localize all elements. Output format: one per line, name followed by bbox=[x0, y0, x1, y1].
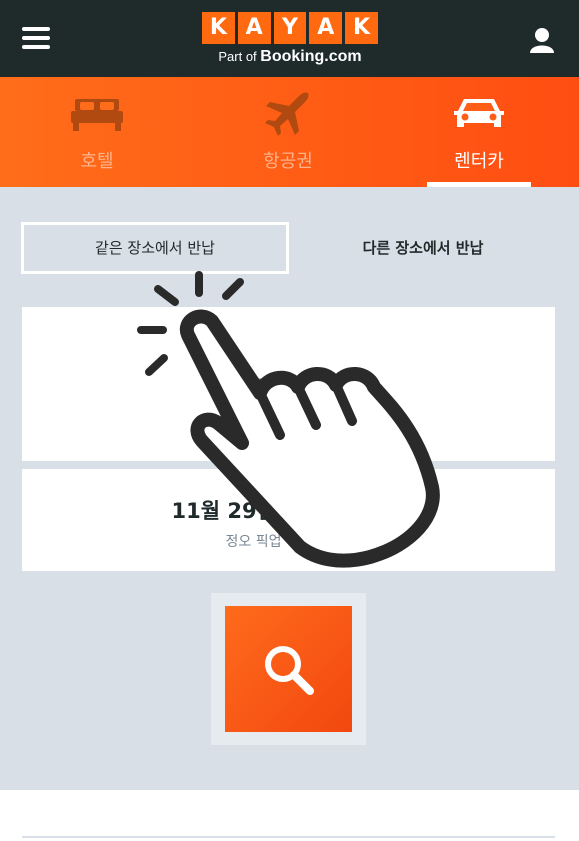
search-icon bbox=[265, 646, 314, 695]
logo-letters: K A Y A K bbox=[202, 12, 378, 44]
search-button[interactable] bbox=[225, 606, 352, 732]
airplane-icon bbox=[265, 92, 309, 136]
car-icon bbox=[454, 99, 504, 127]
logo-subtitle: Part of Booking.com bbox=[218, 48, 362, 65]
tab-cars-label: 렌터카 bbox=[454, 151, 504, 172]
hamburger-menu-icon[interactable] bbox=[22, 27, 50, 49]
tab-flights[interactable]: 항공권 bbox=[213, 77, 363, 187]
vertical-tabs: 호텔 항공권 렌터카 bbox=[0, 77, 579, 187]
divider bbox=[22, 836, 555, 838]
search-button-container bbox=[211, 593, 366, 745]
tab-hotels[interactable]: 호텔 bbox=[22, 77, 172, 187]
top-bar: K A Y A K Part of Booking.com bbox=[0, 0, 579, 77]
bottom-panel bbox=[0, 790, 579, 841]
tab-cars[interactable]: 렌터카 bbox=[404, 77, 554, 187]
bed-icon bbox=[71, 99, 123, 131]
active-tab-indicator bbox=[427, 182, 531, 187]
tap-hand-icon bbox=[137, 271, 440, 568]
tab-hotels-label: 호텔 bbox=[80, 151, 114, 172]
kayak-logo[interactable]: K A Y A K Part of Booking.com bbox=[202, 12, 378, 66]
tab-flights-label: 항공권 bbox=[263, 151, 313, 172]
user-icon[interactable] bbox=[528, 27, 556, 53]
